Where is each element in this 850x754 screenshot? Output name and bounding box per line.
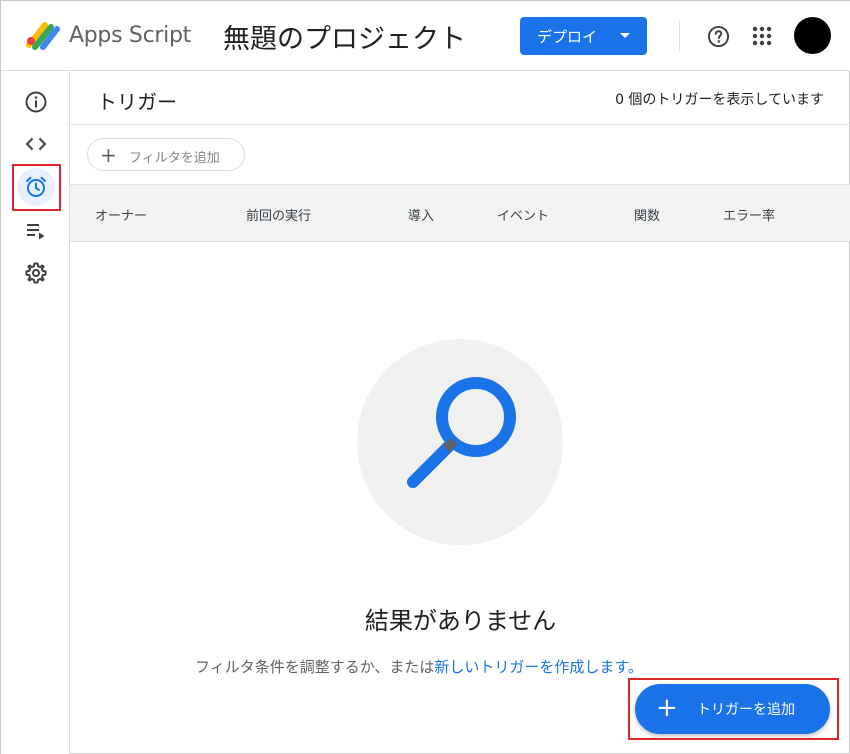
empty-state-title: 結果がありません [364, 607, 557, 635]
triggers-highlight-box [12, 164, 61, 211]
help-icon[interactable] [707, 25, 730, 48]
triggers-panel: トリガー 0 個のトリガーを表示しています + フィルタを追加 オーナー 前回の… [70, 71, 850, 754]
account-avatar[interactable] [794, 17, 831, 54]
top-bar: Apps Script 無題のプロジェクト デプロイ [1, 1, 850, 71]
divider [70, 124, 850, 125]
create-trigger-link[interactable]: 新しいトリガーを作成します。 [434, 658, 643, 676]
code-icon [25, 137, 47, 151]
nav-executions[interactable] [15, 210, 57, 252]
app-name[interactable]: Apps Script [69, 23, 191, 48]
column-header-deployment[interactable]: 導入 [408, 205, 434, 224]
gear-icon [25, 262, 47, 284]
deploy-button-label: デプロイ [537, 29, 598, 46]
empty-state-message: フィルタ条件を調整するか、または新しいトリガーを作成します。 [195, 656, 643, 677]
column-header-function[interactable]: 関数 [634, 205, 660, 224]
column-header-owner[interactable]: オーナー [95, 205, 147, 224]
magnifier-icon [407, 377, 516, 488]
caret-down-icon [620, 33, 630, 38]
nav-editor[interactable] [15, 123, 57, 165]
page-title: トリガー [97, 90, 177, 114]
project-title[interactable]: 無題のプロジェクト [223, 17, 466, 56]
apps-script-logo-icon[interactable] [25, 19, 63, 51]
table-header: オーナー 前回の実行 導入 イベント 関数 エラー率 [70, 184, 850, 242]
column-header-last-run[interactable]: 前回の実行 [246, 205, 311, 224]
app-frame: Apps Script 無題のプロジェクト デプロイ トリガー 0 個のトリガー… [0, 0, 850, 754]
add-filter-button[interactable]: + フィルタを追加 [87, 138, 245, 171]
header-divider [679, 21, 680, 51]
empty-state-message-text: フィルタ条件を調整するか、または [195, 658, 435, 676]
trigger-count: 0 個のトリガーを表示しています [615, 92, 824, 108]
column-header-event[interactable]: イベント [497, 205, 549, 224]
nav-overview[interactable] [15, 81, 57, 123]
nav-settings[interactable] [15, 252, 57, 294]
add-filter-label: フィルタを追加 [129, 151, 220, 166]
info-icon [25, 91, 47, 113]
executions-icon [27, 224, 45, 240]
add-trigger-highlight-box [628, 678, 839, 740]
google-apps-grid-icon[interactable] [752, 26, 772, 46]
column-header-error-rate[interactable]: エラー率 [723, 205, 775, 224]
plus-icon: + [100, 143, 117, 167]
deploy-button[interactable]: デプロイ [520, 17, 647, 55]
